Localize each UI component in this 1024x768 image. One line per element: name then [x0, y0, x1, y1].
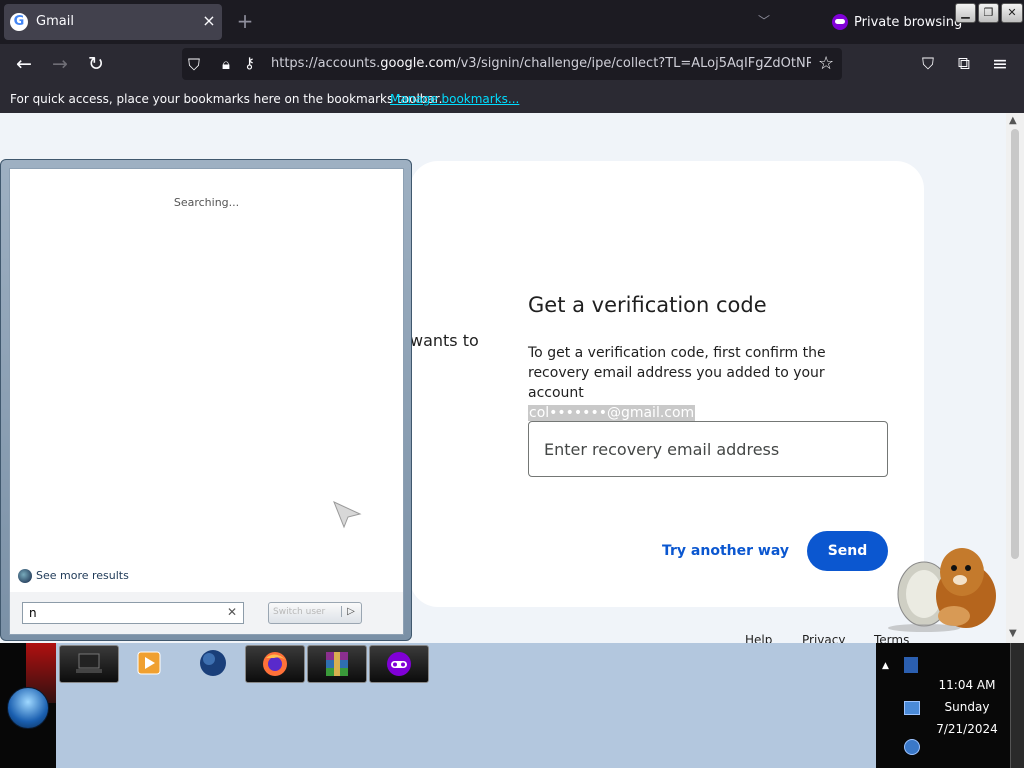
footer-terms-link[interactable]: Terms [874, 633, 909, 643]
url-text[interactable]: https://accounts.google.com/v3/signin/ch… [271, 56, 811, 71]
tab-title: Gmail [36, 14, 74, 29]
clock-time[interactable]: 11:04 AM [932, 678, 1002, 692]
back-button[interactable]: ← [12, 52, 36, 76]
shutdown-button[interactable]: Switch user ▷ [268, 602, 362, 624]
private-browsing-icon [387, 652, 411, 676]
start-menu-footer: n ✕ Switch user ▷ [9, 592, 404, 635]
url-path: /v3/signin/challenge/ipe/collect?TL=ALoj… [456, 56, 811, 71]
recovery-email-input[interactable]: Enter recovery email address [528, 421, 888, 477]
clock-day[interactable]: Sunday [932, 700, 1002, 714]
lock-icon[interactable]: 🔒︎ [222, 55, 230, 73]
firefox-icon [263, 652, 287, 676]
restore-button[interactable]: ❐ [978, 3, 999, 23]
tab-strip: G Gmail × + ﹀ Private browsing ▁ ❐ ✕ [0, 0, 1024, 44]
clock-date[interactable]: 7/21/2024 [932, 722, 1002, 736]
show-desktop-button[interactable] [1010, 643, 1024, 768]
extensions-icon[interactable]: ⧉ [952, 52, 976, 76]
system-tray: ▲ 11:04 AM Sunday 7/21/2024 [876, 643, 1024, 768]
see-more-results-icon[interactable] [18, 569, 32, 583]
action-center-flag-icon[interactable] [904, 657, 918, 673]
partial-heading-text: wants to [410, 331, 479, 350]
address-bar[interactable]: ⛉ 🔒︎ ⚷ https://accounts.google.com/v3/si… [182, 48, 842, 80]
search-results-pane: Searching... See more results [9, 168, 404, 594]
google-favicon-icon: G [10, 13, 28, 31]
footer-help-link[interactable]: Help [745, 633, 772, 643]
media-player-icon [137, 651, 161, 675]
taskbar-item-media-player[interactable] [120, 645, 178, 681]
private-browsing-icon [832, 14, 848, 30]
see-more-results-link[interactable]: See more results [36, 569, 129, 582]
menu-icon[interactable]: ≡ [988, 52, 1012, 76]
bookmarks-message: For quick access, place your bookmarks h… [10, 92, 443, 106]
private-browsing-label: Private browsing [854, 15, 963, 30]
chevron-down-icon[interactable]: ﹀ [758, 12, 770, 29]
vertical-scrollbar[interactable]: ▲ ▼ [1006, 113, 1024, 643]
taskbar-item-firefox[interactable] [245, 645, 305, 683]
masked-email: col•••••••@gmail.com [528, 405, 696, 421]
shutdown-options-arrow-icon[interactable]: ▷ [341, 606, 360, 617]
tracking-protection-shield-icon[interactable]: ⛉ [188, 55, 200, 75]
url-prefix: https://accounts. [271, 56, 381, 71]
taskbar-item-private-browsing[interactable] [369, 645, 429, 683]
footer-privacy-link[interactable]: Privacy [802, 633, 845, 643]
winrar-icon [326, 652, 348, 676]
page-title: Get a verification code [528, 293, 767, 317]
navigation-toolbar: ← → ↻ ⛉ 🔒︎ ⚷ https://accounts.google.com… [0, 44, 1024, 84]
globe-icon [200, 650, 226, 676]
volume-icon[interactable] [904, 739, 920, 755]
searching-status: Searching... [173, 196, 240, 209]
scroll-down-icon[interactable]: ▼ [1009, 628, 1017, 639]
pocket-icon[interactable]: ⛉ [916, 52, 940, 76]
close-tab-icon[interactable]: × [200, 12, 218, 30]
start-search-query: n [29, 606, 37, 620]
new-tab-button[interactable]: + [234, 10, 256, 32]
laptop-icon [76, 653, 102, 673]
network-icon[interactable] [904, 701, 920, 715]
start-button[interactable] [7, 687, 49, 729]
send-button[interactable]: Send [807, 531, 888, 571]
url-domain: google.com [380, 56, 457, 71]
taskbar-item-laptop[interactable] [59, 645, 119, 683]
close-window-button[interactable]: ✕ [1001, 3, 1023, 23]
reload-button[interactable]: ↻ [84, 52, 108, 76]
taskbar-item-globe[interactable] [184, 645, 242, 681]
bookmarks-toolbar: For quick access, place your bookmarks h… [0, 84, 1024, 113]
clear-search-icon[interactable]: ✕ [227, 605, 237, 619]
shutdown-label: Switch user [273, 607, 326, 617]
taskbar-item-winrar[interactable] [307, 645, 367, 683]
recovery-email-placeholder: Enter recovery email address [544, 440, 780, 459]
try-another-way-button[interactable]: Try another way [662, 543, 789, 559]
scroll-up-icon[interactable]: ▲ [1009, 115, 1017, 126]
show-hidden-icons-button[interactable]: ▲ [882, 661, 889, 671]
taskbar: ▲ 11:04 AM Sunday 7/21/2024 [0, 643, 1024, 768]
manage-bookmarks-link[interactable]: Manage bookmarks... [390, 92, 519, 106]
minimize-button[interactable]: ▁ [955, 3, 976, 23]
bookmark-star-icon[interactable]: ☆ [818, 53, 834, 74]
key-icon[interactable]: ⚷ [244, 54, 255, 72]
tab-gmail[interactable]: G Gmail × [4, 4, 222, 40]
start-search-input[interactable]: n ✕ [22, 602, 244, 624]
hamster-sticker-icon [888, 548, 996, 632]
start-menu: Searching... See more results n ✕ Switch… [0, 159, 412, 641]
instructions-text: To get a verification code, first confir… [528, 345, 826, 401]
scrollbar-thumb[interactable] [1011, 129, 1019, 559]
forward-button[interactable]: → [48, 52, 72, 76]
instructions: To get a verification code, first confir… [528, 343, 868, 423]
start-area [0, 643, 56, 768]
mouse-pointer-icon [333, 501, 362, 529]
